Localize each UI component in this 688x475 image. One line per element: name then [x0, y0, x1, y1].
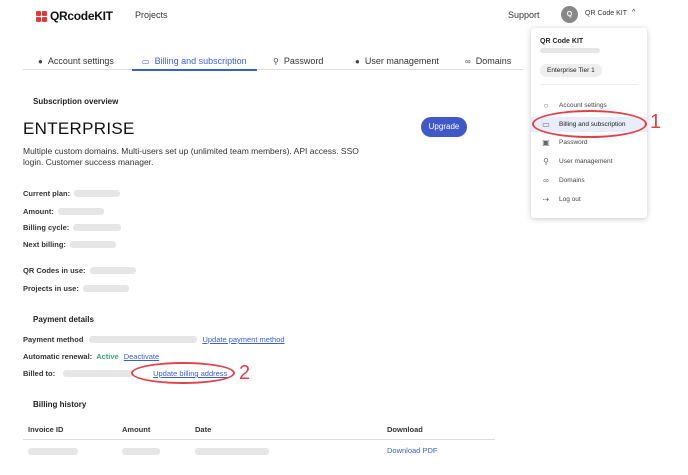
- current-plan-label: Current plan:: [23, 189, 71, 198]
- lock-icon: ▣: [542, 138, 550, 147]
- annotation-oval-2: [131, 362, 235, 384]
- amount-row: Amount:: [23, 207, 104, 216]
- menu-item-label: Account settings: [559, 102, 607, 109]
- tab-label: User management: [364, 56, 439, 66]
- redacted-value: [57, 208, 104, 215]
- key-icon: ⚲: [273, 56, 279, 66]
- menu-item-domains[interactable]: ∞ Domains: [531, 173, 647, 188]
- plan-name: ENTERPRISE: [23, 119, 135, 138]
- qr-codes-label: QR Codes in use:: [23, 266, 86, 275]
- menu-item-label: Domains: [559, 177, 585, 184]
- payment-method-row: Payment method Update payment method: [23, 335, 285, 344]
- nav-support-link[interactable]: Support: [508, 10, 540, 20]
- column-date: Date: [195, 425, 212, 434]
- redacted-email: [540, 48, 600, 53]
- next-billing-label: Next billing:: [23, 240, 66, 249]
- column-download: Download: [387, 425, 423, 434]
- tab-user-management[interactable]: ● User management: [355, 52, 439, 70]
- amount-label: Amount:: [23, 207, 54, 216]
- menu-item-label: User management: [559, 158, 613, 165]
- tab-domains[interactable]: ∞ Domains: [465, 52, 511, 70]
- column-amount: Amount: [122, 425, 151, 434]
- redacted-value: [28, 448, 78, 455]
- menu-item-user-management[interactable]: ⚲ User management: [531, 154, 647, 169]
- automatic-renewal-row: Automatic renewal: Active Deactivate: [23, 352, 159, 361]
- payment-details-title: Payment details: [33, 315, 94, 324]
- column-invoice-id: Invoice ID: [28, 425, 64, 434]
- plan-description: Multiple custom domains. Multi-users set…: [23, 146, 359, 167]
- tab-billing-subscription[interactable]: ▭ Billing and subscription: [132, 52, 257, 71]
- payment-method-label: Payment method: [23, 335, 84, 344]
- projects-label: Projects in use:: [23, 284, 79, 293]
- chevron-up-icon[interactable]: ^: [632, 9, 635, 16]
- tab-password[interactable]: ⚲ Password: [273, 52, 323, 70]
- menu-item-label: Log out: [559, 196, 581, 203]
- brand-name: QRcodeKIT: [50, 9, 113, 23]
- logout-icon: ⇢: [542, 195, 550, 204]
- person-icon: ●: [38, 56, 43, 66]
- link-icon: ∞: [543, 176, 549, 185]
- billed-to-label: Billed to:: [23, 369, 56, 378]
- person-icon: ●: [355, 56, 360, 66]
- settings-tabs: ● Account settings ▭ Billing and subscri…: [23, 52, 523, 71]
- top-navigation: QRcodeKIT Projects Support Q QR Code KIT…: [0, 0, 688, 30]
- menu-item-log-out[interactable]: ⇢ Log out: [531, 192, 647, 207]
- person-icon: ○: [543, 101, 549, 110]
- menu-item-label: Password: [559, 139, 588, 146]
- redacted-value: [195, 448, 269, 455]
- nav-projects-link[interactable]: Projects: [135, 10, 168, 20]
- key-icon: ⚲: [543, 157, 549, 166]
- redacted-value: [74, 190, 121, 197]
- tab-account-settings[interactable]: ● Account settings: [38, 52, 114, 70]
- download-pdf-link[interactable]: Download PDF: [387, 446, 437, 455]
- credit-card-icon: ▭: [142, 56, 150, 66]
- table-row: Download PDF: [23, 441, 495, 461]
- redacted-value: [122, 448, 160, 455]
- next-billing-row: Next billing:: [23, 240, 116, 249]
- annotation-number-1: 1: [650, 111, 662, 133]
- avatar[interactable]: Q: [561, 6, 578, 23]
- upgrade-button[interactable]: Upgrade: [421, 117, 467, 137]
- user-menu-name[interactable]: QR Code KIT: [585, 10, 627, 17]
- tab-label: Domains: [475, 56, 512, 66]
- tab-label: Account settings: [47, 56, 114, 66]
- current-plan-row: Current plan:: [23, 189, 121, 198]
- billing-cycle-row: Billing cycle:: [23, 223, 122, 232]
- logo-icon: [36, 10, 47, 22]
- deactivate-link[interactable]: Deactivate: [124, 352, 159, 361]
- link-icon: ∞: [465, 56, 471, 66]
- automatic-renewal-label: Automatic renewal:: [23, 352, 93, 361]
- tab-label: Billing and subscription: [154, 56, 247, 66]
- brand-logo[interactable]: QRcodeKIT: [36, 9, 113, 23]
- redacted-value: [73, 224, 122, 231]
- projects-row: Projects in use:: [23, 284, 129, 293]
- redacted-value: [82, 285, 129, 292]
- dropdown-account-name: QR Code KIT: [540, 38, 584, 45]
- redacted-value: [69, 241, 116, 248]
- annotation-number-2: 2: [239, 362, 251, 384]
- billing-history-header: Invoice ID Amount Date Download: [23, 420, 495, 440]
- tab-label: Password: [283, 56, 324, 66]
- renewal-status: Active: [96, 352, 119, 361]
- redacted-value: [63, 370, 134, 377]
- redacted-value: [89, 336, 198, 343]
- billing-cycle-label: Billing cycle:: [23, 223, 70, 232]
- redacted-value: [89, 267, 136, 274]
- subscription-overview-title: Subscription overview: [33, 97, 119, 106]
- qr-codes-row: QR Codes in use:: [23, 266, 136, 275]
- annotation-oval-1: [532, 110, 647, 138]
- divider: [540, 84, 638, 85]
- update-payment-method-link[interactable]: Update payment method: [202, 335, 284, 344]
- billing-history-title: Billing history: [33, 400, 87, 409]
- plan-badge: Enterprise Tier 1: [540, 64, 602, 77]
